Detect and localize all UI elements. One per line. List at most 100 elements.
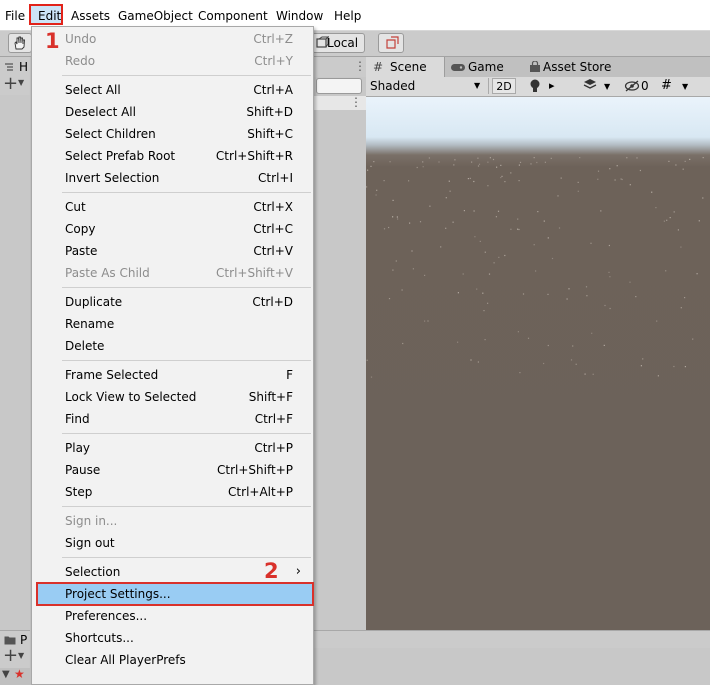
menu-item-sign-in[interactable]: Sign in... [32, 510, 313, 532]
project-add-dropdown-icon[interactable]: ▼ [18, 651, 24, 660]
menu-item-shortcut: Shift+F [248, 390, 293, 404]
grid-toggle[interactable]: # [661, 78, 681, 94]
menu-item-shortcut: Ctrl+Shift+R [215, 149, 293, 163]
menu-item-label: Select Children [65, 127, 156, 141]
menu-item-clear-all-playerprefs[interactable]: Clear All PlayerPrefs [32, 649, 313, 671]
menu-item-label: Selection [65, 565, 121, 579]
panel-menu-icon[interactable]: ⋮ [354, 59, 366, 73]
menu-item-label: Paste As Child [65, 266, 150, 280]
menu-item-preferences[interactable]: Preferences... [32, 605, 313, 627]
project-tab-label: P [20, 633, 28, 647]
shading-mode-label: Shaded [370, 79, 416, 93]
menu-item-find[interactable]: Find Ctrl+F [32, 408, 313, 430]
project-add-plus-icon[interactable]: + [3, 646, 18, 666]
row-menu-icon[interactable]: ⋮ [350, 95, 362, 109]
hidden-count: 0 [641, 79, 649, 93]
menu-item-cut[interactable]: Cut Ctrl+X [32, 196, 313, 218]
menu-item-paste[interactable]: Paste Ctrl+V [32, 240, 313, 262]
bottom-panel-body [314, 648, 710, 685]
scene-tab-bar: # Scene Game Asset Store [366, 57, 710, 78]
search-input[interactable] [316, 78, 362, 94]
menu-item-copy[interactable]: Copy Ctrl+C [32, 218, 313, 240]
effects-dropdown[interactable]: ▼ [604, 78, 616, 94]
menu-item-label: Select All [65, 83, 121, 97]
menu-item-play[interactable]: Play Ctrl+P [32, 437, 313, 459]
menu-item-paste-as-child[interactable]: Paste As Child Ctrl+Shift+V [32, 262, 313, 284]
local-label: Local [327, 36, 359, 50]
menu-window[interactable]: Window [276, 8, 323, 24]
menu-item-delete[interactable]: Delete [32, 335, 313, 357]
menu-item-duplicate[interactable]: Duplicate Ctrl+D [32, 291, 313, 313]
menu-separator [62, 192, 311, 193]
menu-item-label: Shortcuts... [65, 631, 134, 645]
menu-item-label: Invert Selection [65, 171, 160, 185]
menu-item-shortcut: Ctrl+I [258, 171, 293, 185]
ground-grid-dots [366, 157, 704, 378]
gamepad-icon [451, 64, 465, 71]
step-2-annotation: 2 [264, 559, 279, 583]
menu-item-label: Play [65, 441, 91, 455]
menu-item-redo[interactable]: Redo Ctrl+Y [32, 50, 313, 72]
menu-item-shortcut: Ctrl+Y [254, 54, 293, 68]
add-plus-icon[interactable]: + [3, 74, 18, 94]
menu-item-label: Duplicate [65, 295, 123, 309]
hierarchy-panel-body [0, 95, 30, 630]
menu-item-shortcut: Shift+D [246, 105, 293, 119]
folder-icon [4, 636, 16, 645]
menu-item-shortcut: Ctrl+Shift+V [216, 266, 293, 280]
menu-gameobject[interactable]: GameObject [118, 8, 193, 24]
menu-item-label: Deselect All [65, 105, 136, 119]
menu-item-frame-selected[interactable]: Frame Selected F [32, 364, 313, 386]
menu-file[interactable]: File [5, 8, 25, 24]
collab-button[interactable] [378, 33, 404, 53]
collab-icon [386, 36, 399, 49]
project-toolbar: + ▼ [0, 646, 30, 668]
menu-help[interactable]: Help [334, 8, 361, 24]
add-dropdown-arrow-icon[interactable]: ▼ [18, 78, 24, 87]
hand-tool-button[interactable] [8, 33, 32, 53]
menu-item-pause[interactable]: Pause Ctrl+Shift+P [32, 459, 313, 481]
menu-assets[interactable]: Assets [71, 8, 110, 24]
tab-game[interactable]: Game [450, 57, 520, 77]
favorites-expand-icon[interactable]: ▼ [2, 669, 10, 680]
shading-mode-dropdown[interactable]: Shaded ▼ [366, 78, 489, 94]
menu-item-select-prefab-root[interactable]: Select Prefab Root Ctrl+Shift+R [32, 145, 313, 167]
tab-game-label: Game [468, 60, 504, 74]
menu-item-shortcuts[interactable]: Shortcuts... [32, 627, 313, 649]
menu-item-undo[interactable]: Undo Ctrl+Z [32, 28, 313, 50]
menu-item-rename[interactable]: Rename [32, 313, 313, 335]
menu-separator [62, 506, 311, 507]
menu-item-shortcut: Ctrl+A [253, 83, 293, 97]
audio-toggle[interactable]: ▸ [549, 78, 563, 94]
scene-viewport[interactable] [366, 97, 710, 630]
effects-toggle[interactable] [583, 78, 601, 94]
menu-item-select-all[interactable]: Select All Ctrl+A [32, 79, 313, 101]
menu-item-shortcut: Ctrl+V [253, 244, 293, 258]
tab-scene[interactable]: # Scene [366, 57, 445, 77]
toggle-2d-label: 2D [496, 80, 512, 93]
grid-dropdown[interactable]: ▼ [682, 78, 694, 94]
lighting-toggle[interactable] [528, 78, 546, 94]
menu-item-label: Project Settings... [65, 587, 171, 601]
menu-item-label: Preferences... [65, 609, 148, 623]
tab-asset-store[interactable]: Asset Store [526, 57, 636, 77]
menu-item-shortcut: Ctrl+D [252, 295, 293, 309]
menu-item-select-children[interactable]: Select Children Shift+C [32, 123, 313, 145]
menu-item-shortcut: Ctrl+Alt+P [228, 485, 293, 499]
menu-item-step[interactable]: Step Ctrl+Alt+P [32, 481, 313, 503]
pivot-rotation-local-button[interactable]: Local [312, 33, 365, 53]
menu-item-label: Clear All PlayerPrefs [65, 653, 186, 667]
menu-edit[interactable]: Edit [29, 4, 63, 25]
hidden-objects-toggle[interactable]: 0 [624, 78, 658, 94]
menu-separator [62, 433, 311, 434]
menu-item-sign-out[interactable]: Sign out [32, 532, 313, 554]
menu-item-invert-selection[interactable]: Invert Selection Ctrl+I [32, 167, 313, 189]
menu-item-label: Pause [65, 463, 101, 477]
menu-component[interactable]: Component [198, 8, 268, 24]
menu-item-shortcut: F [286, 368, 293, 382]
menu-separator [62, 557, 311, 558]
menu-item-lock-view-to-selected[interactable]: Lock View to Selected Shift+F [32, 386, 313, 408]
menu-item-deselect-all[interactable]: Deselect All Shift+D [32, 101, 313, 123]
toggle-2d-button[interactable]: 2D [492, 78, 516, 94]
menu-item-project-settings[interactable]: Project Settings... [36, 582, 314, 606]
